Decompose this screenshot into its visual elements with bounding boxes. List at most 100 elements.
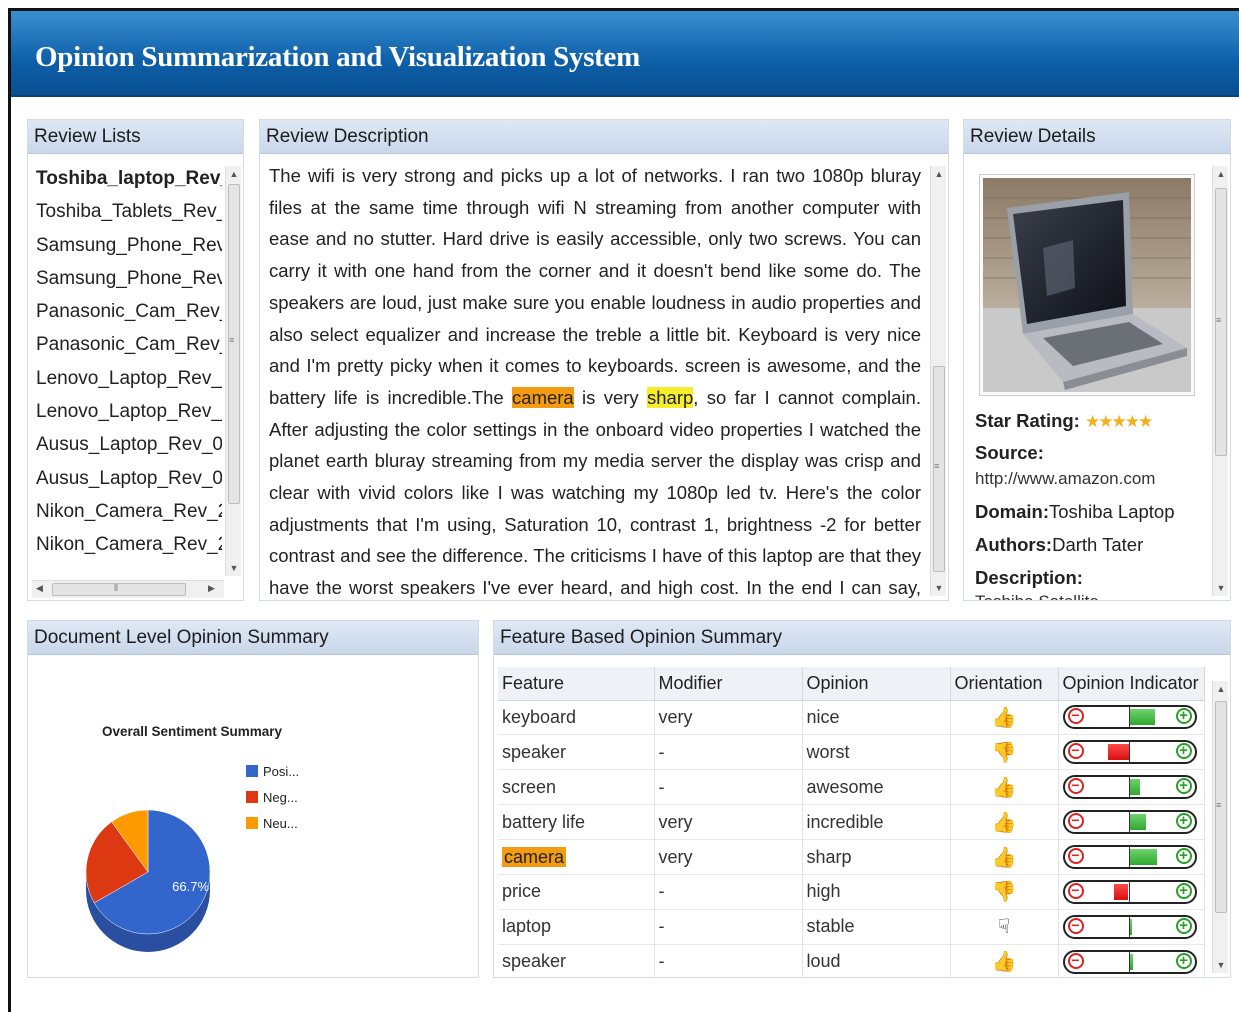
minus-icon[interactable]: − <box>1067 708 1084 725</box>
review-list-item[interactable]: Panasonic_Cam_Rev_22 <box>36 301 222 334</box>
minus-icon[interactable]: − <box>1067 917 1084 934</box>
product-image <box>979 174 1195 396</box>
minus-icon[interactable]: − <box>1067 743 1084 760</box>
minus-icon[interactable]: − <box>1067 882 1084 899</box>
minus-icon[interactable]: − <box>1067 848 1084 864</box>
review-list-item[interactable]: Nikon_Camera_Rev_29 <box>36 534 222 567</box>
app-banner: Opinion Summarization and Visualization … <box>11 11 1239 97</box>
feature-text: screen <box>502 776 557 797</box>
table-row[interactable]: battery life very incredible 👍 − + <box>498 804 1205 841</box>
minus-icon[interactable]: − <box>1067 952 1084 969</box>
plus-icon[interactable]: + <box>1175 743 1192 760</box>
review-list-item[interactable]: Samsung_Phone_Rev_0 <box>36 235 222 268</box>
review-list-item[interactable]: Ausus_Laptop_Rev_01 <box>36 434 222 467</box>
orientation-cell: 👎 <box>950 734 1059 771</box>
review-description-vscrollbar[interactable]: ▲ ≡ ▼ <box>930 166 946 596</box>
opinion-indicator-slider[interactable]: − + <box>1062 845 1197 869</box>
opinion-indicator-slider[interactable]: − + <box>1062 740 1197 765</box>
table-row[interactable]: speaker - loud 👍 − + <box>498 944 1205 977</box>
review-list-item[interactable]: Ausus_Laptop_Rev_09 <box>36 468 222 501</box>
review-list-vscrollbar[interactable]: ▲ ≡ ▼ <box>225 166 241 576</box>
indicator-cell: − + <box>1058 944 1205 977</box>
indicator-cell: − + <box>1058 700 1205 736</box>
document-summary-header: Document Level Opinion Summary <box>28 621 478 655</box>
orientation-cell: 👎 <box>950 874 1059 910</box>
review-list-item[interactable]: Lenovo_Laptop_Rev_01 <box>36 401 222 434</box>
table-row[interactable]: screen - awesome 👍 − + <box>498 769 1205 806</box>
laptop-image-icon <box>983 178 1191 392</box>
review-list-item[interactable]: Lenovo_Laptop_Rev_04 <box>36 368 222 401</box>
review-list: Toshiba_laptop_Rev_01Toshiba_Tablets_Rev… <box>36 168 222 568</box>
review-list-item[interactable]: Samsung_Phone_Rev_1( <box>36 268 222 301</box>
opinion-indicator-slider[interactable]: − + <box>1062 810 1197 835</box>
plus-icon[interactable]: + <box>1175 813 1192 830</box>
review-list-item[interactable]: Toshiba_laptop_Rev_01 <box>36 168 222 201</box>
feature-text: camera <box>502 846 567 867</box>
plus-icon[interactable]: + <box>1175 917 1192 934</box>
feature-cell: battery life <box>498 804 655 841</box>
table-row[interactable]: speaker - worst 👎 − + <box>498 734 1205 771</box>
plus-icon[interactable]: + <box>1175 882 1192 899</box>
column-header[interactable]: Modifier <box>654 667 803 701</box>
feature-text: battery life <box>502 811 586 832</box>
opinion-indicator-slider[interactable]: − + <box>1062 705 1197 730</box>
feature-cell: speaker <box>498 944 655 977</box>
hscroll-thumb[interactable] <box>52 583 186 596</box>
orientation-cell: 👍 <box>950 944 1059 977</box>
thumbs-down-icon: 👎 <box>991 741 1017 764</box>
scroll-grip-icon: ≡ <box>934 461 940 471</box>
table-row[interactable]: price - high 👎 − + <box>498 874 1205 910</box>
feature-table-vscrollbar[interactable]: ▲ ≡ ▼ <box>1212 681 1228 973</box>
scroll-down-arrow-icon[interactable]: ▼ <box>931 580 947 596</box>
minus-icon[interactable]: − <box>1067 813 1084 830</box>
plus-icon[interactable]: + <box>1175 708 1192 725</box>
highlighted-feature: camera <box>512 386 574 408</box>
opinion-text: awesome <box>806 776 884 797</box>
opinion-cell: high <box>802 874 951 910</box>
opinion-indicator-slider[interactable]: − + <box>1062 879 1197 904</box>
review-list-hscrollbar[interactable]: ◀ ⦀ ▶ <box>32 580 224 598</box>
opinion-cell: nice <box>802 700 951 736</box>
scroll-up-arrow-icon[interactable]: ▲ <box>226 166 242 182</box>
domain-row: Domain:Toshiba Laptop <box>975 501 1175 523</box>
table-row[interactable]: camera very sharp 👍 − + <box>498 839 1205 875</box>
feature-table-body: keyboard very nice 👍 − + speaker - worst 👎 − + scree… <box>498 700 1205 977</box>
scroll-up-arrow-icon[interactable]: ▲ <box>1213 166 1229 182</box>
review-details-vscrollbar[interactable]: ▲ ≡ ▼ <box>1212 166 1228 596</box>
column-header[interactable]: Opinion Indicator <box>1058 667 1205 701</box>
legend-swatch <box>246 791 258 803</box>
column-header[interactable]: Orientation <box>950 667 1059 701</box>
opinion-cell: incredible <box>802 804 951 841</box>
indicator-midline <box>1128 847 1130 867</box>
opinion-cell: stable <box>802 909 951 945</box>
column-header[interactable]: Opinion <box>802 667 951 701</box>
opinion-indicator-slider[interactable]: − + <box>1062 949 1197 974</box>
modifier-cell: very <box>654 700 803 736</box>
opinion-indicator-slider[interactable]: − + <box>1062 775 1197 800</box>
scroll-up-arrow-icon[interactable]: ▲ <box>1213 681 1229 697</box>
legend-label: Posi... <box>263 764 300 779</box>
legend-swatch <box>246 765 258 777</box>
feature-cell: camera <box>498 839 655 875</box>
plus-icon[interactable]: + <box>1175 848 1192 864</box>
scroll-right-arrow-icon[interactable]: ▶ <box>208 583 215 594</box>
plus-icon[interactable]: + <box>1175 952 1192 969</box>
scroll-up-arrow-icon[interactable]: ▲ <box>931 166 947 182</box>
opinion-indicator-slider[interactable]: − + <box>1062 914 1197 939</box>
table-row[interactable]: keyboard very nice 👍 − + <box>498 700 1205 736</box>
column-header[interactable]: Feature <box>498 667 655 701</box>
review-list-item[interactable]: Panasonic_Cam_Rev_15 <box>36 334 222 367</box>
table-row[interactable]: laptop - stable ☟ − + <box>498 909 1205 945</box>
minus-icon[interactable]: − <box>1067 778 1084 795</box>
scroll-down-arrow-icon[interactable]: ▼ <box>226 560 242 576</box>
scroll-down-arrow-icon[interactable]: ▼ <box>1213 957 1229 973</box>
scroll-left-arrow-icon[interactable]: ◀ <box>36 583 43 594</box>
modifier-text: very <box>658 846 693 867</box>
review-list-item[interactable]: Nikon_Camera_Rev_25 <box>36 501 222 534</box>
review-list-item[interactable]: Toshiba_Tablets_Rev_31 <box>36 201 222 234</box>
scroll-grip-icon: ≡ <box>1216 315 1222 325</box>
plus-icon[interactable]: + <box>1175 778 1192 795</box>
scroll-down-arrow-icon[interactable]: ▼ <box>1213 580 1229 596</box>
feature-cell: keyboard <box>498 700 655 736</box>
source-value[interactable]: http://www.amazon.com <box>975 469 1155 489</box>
